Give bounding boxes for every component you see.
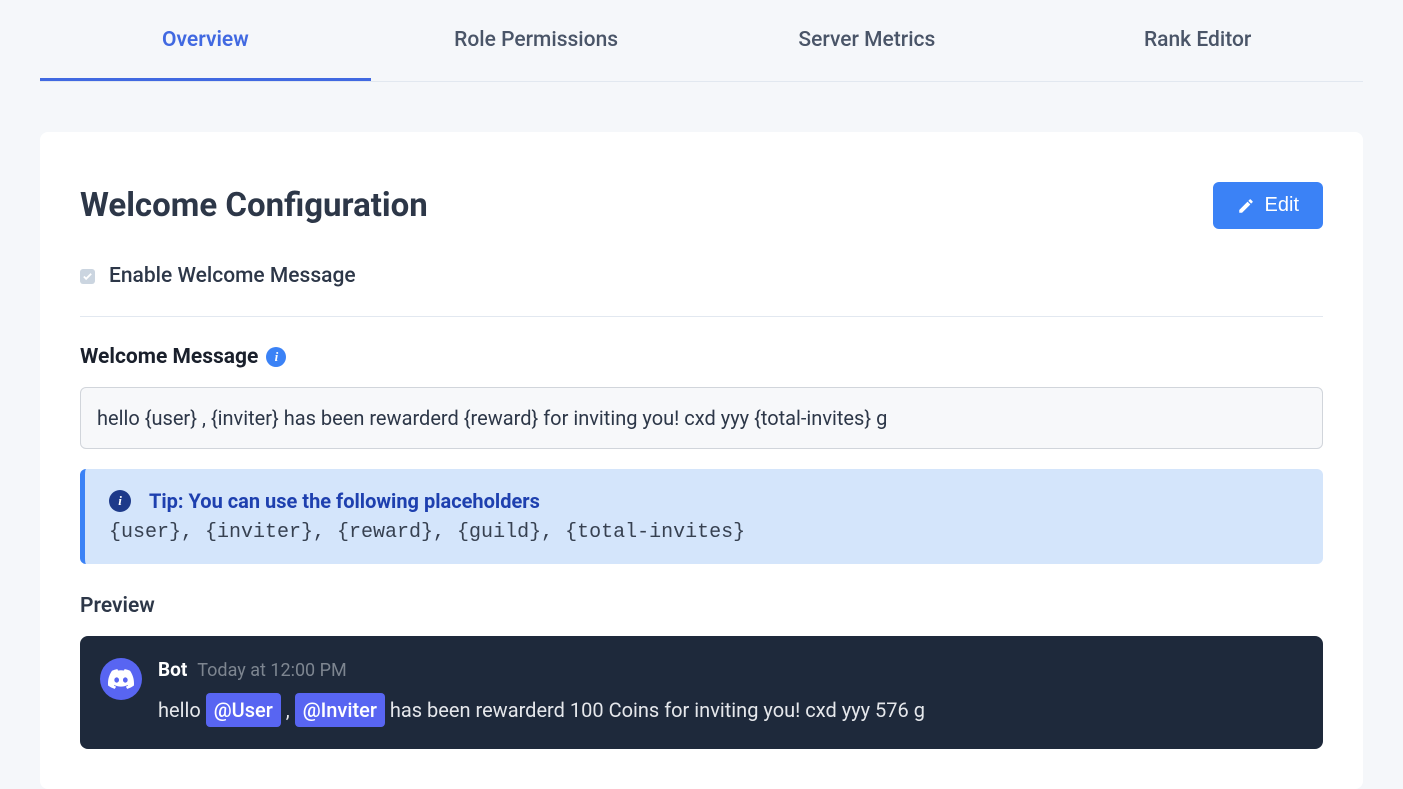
discord-icon <box>108 666 134 692</box>
tab-rank-editor[interactable]: Rank Editor <box>1032 0 1363 81</box>
preview-message: hello @User , @Inviter has been rewarder… <box>158 693 1303 727</box>
preview-label: Preview <box>80 594 1323 618</box>
enable-welcome-row: Enable Welcome Message <box>80 264 1323 317</box>
pencil-icon <box>1237 197 1255 215</box>
tab-overview[interactable]: Overview <box>40 0 371 81</box>
info-icon[interactable]: i <box>266 347 286 367</box>
bot-name: Bot <box>158 658 187 681</box>
user-mention: @User <box>206 693 281 727</box>
tip-placeholders: {user}, {inviter}, {reward}, {guild}, {t… <box>109 521 1299 544</box>
edit-button-label: Edit <box>1265 194 1299 217</box>
tab-bar: Overview Role Permissions Server Metrics… <box>40 0 1363 82</box>
tip-box: i Tip: You can use the following placeho… <box>80 469 1323 564</box>
welcome-config-card: Welcome Configuration Edit Enable Welcom… <box>40 132 1363 789</box>
inviter-mention: @Inviter <box>295 693 385 727</box>
preview-text: has been rewarderd 100 Coins for invitin… <box>385 698 925 722</box>
welcome-message-label: Welcome Message <box>80 345 258 369</box>
info-icon: i <box>109 490 131 512</box>
preview-text: , <box>281 698 295 722</box>
edit-button[interactable]: Edit <box>1213 182 1323 229</box>
bot-avatar <box>100 658 142 700</box>
preview-timestamp: Today at 12:00 PM <box>197 660 346 681</box>
preview-box: Bot Today at 12:00 PM hello @User , @Inv… <box>80 636 1323 749</box>
enable-welcome-checkbox[interactable] <box>80 269 95 284</box>
preview-content: Bot Today at 12:00 PM hello @User , @Inv… <box>158 658 1303 727</box>
tab-server-metrics[interactable]: Server Metrics <box>702 0 1033 81</box>
preview-text: hello <box>158 698 206 722</box>
enable-welcome-label: Enable Welcome Message <box>109 264 356 288</box>
card-header: Welcome Configuration Edit <box>80 182 1323 229</box>
welcome-message-input[interactable]: hello {user} , {inviter} has been reward… <box>80 387 1323 449</box>
checkmark-icon <box>82 271 93 282</box>
tip-header: i Tip: You can use the following placeho… <box>109 489 1299 513</box>
welcome-message-label-row: Welcome Message i <box>80 345 1323 369</box>
card-title: Welcome Configuration <box>80 186 428 225</box>
preview-message-header: Bot Today at 12:00 PM <box>158 658 1303 681</box>
tab-role-permissions[interactable]: Role Permissions <box>371 0 702 81</box>
tip-title: Tip: You can use the following placehold… <box>149 489 540 513</box>
